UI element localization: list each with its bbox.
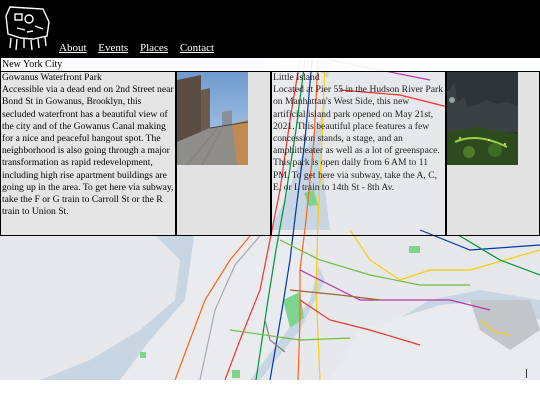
main-nav: About Events Places Contact xyxy=(59,42,223,54)
place-title: Gowanus Waterfront Park xyxy=(2,72,102,83)
nav-link-about[interactable]: About xyxy=(59,42,87,54)
waterfront-walkway-photo xyxy=(177,72,248,165)
site-logo[interactable] xyxy=(3,4,53,52)
place-title: Little Island xyxy=(273,72,320,83)
place-image-frame xyxy=(446,71,540,236)
page-footer-space xyxy=(0,380,540,405)
place-image-frame xyxy=(176,71,271,236)
scroll-indicator[interactable] xyxy=(526,369,527,378)
place-card-gowanus: Gowanus Waterfront Park Accessible via a… xyxy=(0,71,176,236)
place-description: Accessible via a dead end on 2nd Street … xyxy=(2,84,174,218)
nav-link-places[interactable]: Places xyxy=(140,42,168,54)
city-title: New York City xyxy=(0,57,540,72)
place-card-little-island: Little Island Located at Pier 55 in the … xyxy=(271,71,446,236)
little-island-night-photo xyxy=(447,72,518,165)
nav-link-events[interactable]: Events xyxy=(98,42,128,54)
place-description: Located at Pier 55 in the Hudson River P… xyxy=(273,84,443,193)
site-header: About Events Places Contact xyxy=(0,0,540,57)
nav-link-contact[interactable]: Contact xyxy=(180,42,214,54)
